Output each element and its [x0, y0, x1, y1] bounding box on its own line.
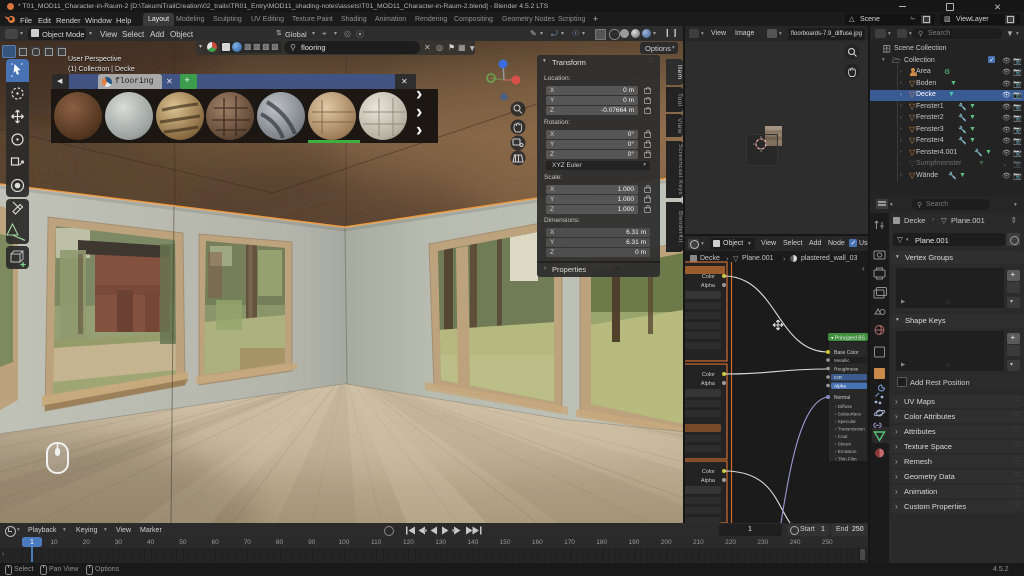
svg-text:› Sheen: › Sheen [835, 442, 852, 447]
svg-text:Alpha: Alpha [701, 381, 716, 387]
svg-text:IOR: IOR [834, 375, 843, 380]
svg-text:Alpha: Alpha [701, 283, 716, 289]
svg-text:› Emission: › Emission [835, 449, 857, 454]
svg-text:Color: Color [702, 274, 715, 280]
svg-text:Color: Color [702, 372, 715, 378]
svg-text:› Specular: › Specular [835, 419, 856, 424]
svg-text:› Transmission: › Transmission [835, 427, 865, 432]
svg-text:Base Color: Base Color [834, 350, 859, 356]
svg-text:Normal: Normal [834, 395, 850, 401]
svg-text:Color: Color [702, 469, 715, 475]
svg-text:› Coat: › Coat [835, 434, 848, 439]
svg-text:› Diffuse: › Diffuse [835, 404, 852, 409]
svg-text:▾ Principled BS: ▾ Principled BS [831, 336, 866, 342]
svg-text:Roughness: Roughness [834, 367, 859, 373]
svg-text:Metallic: Metallic [834, 358, 850, 363]
svg-text:› Thin Film: › Thin Film [835, 457, 857, 462]
svg-text:› Subsurface: › Subsurface [835, 412, 861, 417]
svg-text:Alpha: Alpha [701, 478, 716, 484]
svg-text:Alpha: Alpha [834, 384, 846, 389]
